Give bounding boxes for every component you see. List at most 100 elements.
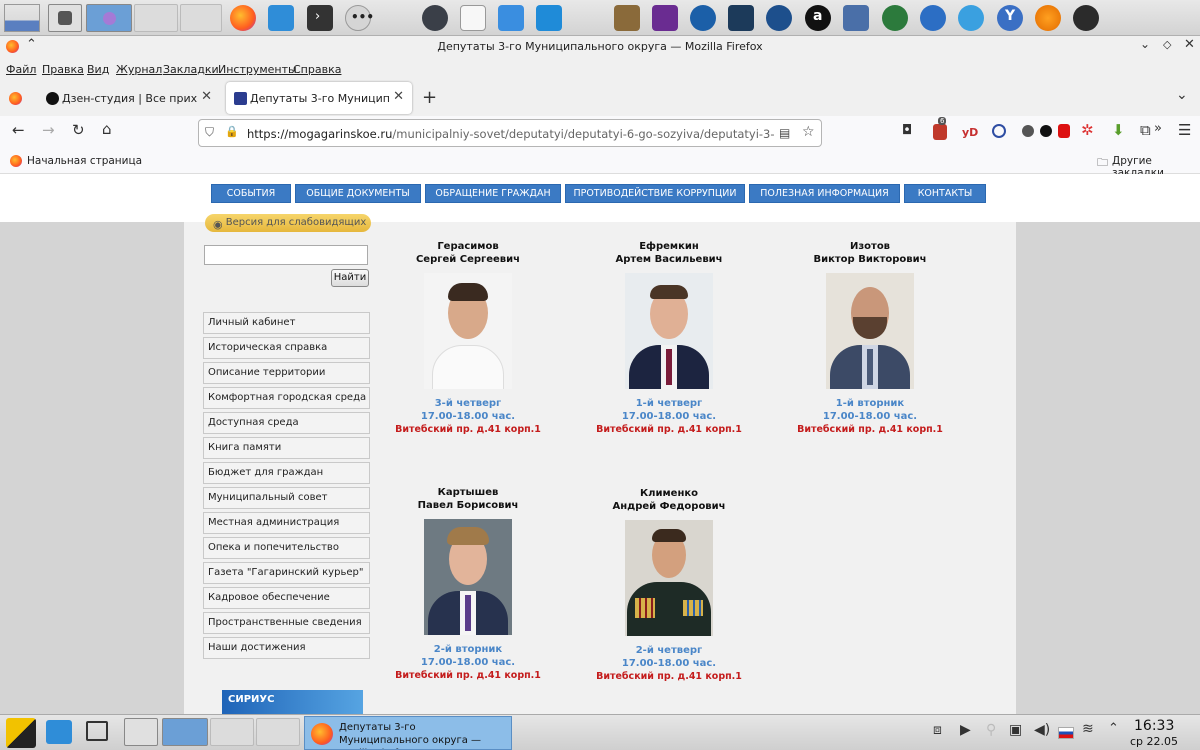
extension-badge-icon[interactable]: 6: [933, 117, 947, 140]
app-circle-icon[interactable]: [422, 5, 448, 31]
bookmark-home[interactable]: Начальная страница: [27, 155, 142, 167]
alt-linux-menu-icon[interactable]: [6, 718, 36, 748]
window-close-icon[interactable]: ✕: [1184, 37, 1195, 52]
media-editor-icon[interactable]: [728, 5, 754, 31]
deputy-photo[interactable]: [625, 520, 713, 636]
taskbar-firefox-window[interactable]: Депутаты 3-го Муниципального округа — Mo…: [304, 716, 512, 750]
sidebar-personal-cabinet[interactable]: Личный кабинет: [203, 312, 370, 334]
extensions-puzzle-icon[interactable]: ⧉: [1140, 121, 1151, 139]
vlc-icon[interactable]: [1035, 5, 1061, 31]
back-icon[interactable]: ←: [12, 121, 25, 139]
workspace-1[interactable]: [48, 4, 82, 32]
tray-expand-icon[interactable]: ⌃: [1108, 721, 1119, 736]
deputy-photo[interactable]: [424, 519, 512, 635]
tray-volume-icon[interactable]: ◀): [1034, 722, 1050, 738]
d-extension-icon[interactable]: [992, 124, 1006, 138]
nav-anti-corruption[interactable]: ПРОТИВОДЕЙСТВИЕ КОРРУПЦИИ: [565, 184, 745, 203]
audio-app-icon[interactable]: [690, 5, 716, 31]
adblock-extension-icon[interactable]: [1058, 124, 1070, 138]
sidebar-urban-environment[interactable]: Комфортная городская среда: [203, 387, 370, 409]
sidebar-staffing[interactable]: Кадровое обеспечение: [203, 587, 370, 609]
pager-4[interactable]: [256, 718, 300, 746]
document-viewer-icon[interactable]: [536, 5, 562, 31]
sidebar-achievements[interactable]: Наши достижения: [203, 637, 370, 659]
deputy-photo[interactable]: [826, 273, 914, 389]
tray-wifi-icon[interactable]: ≋: [1082, 721, 1094, 737]
tracking-shield-icon[interactable]: ⛉: [205, 125, 214, 140]
more-apps-icon[interactable]: •••: [345, 5, 374, 31]
nav-contacts[interactable]: КОНТАКТЫ: [904, 184, 986, 203]
sidebar-spatial-data[interactable]: Пространственные сведения: [203, 612, 370, 634]
show-desktop-icon[interactable]: [46, 720, 72, 744]
yandex-disk-extension-icon[interactable]: yD: [962, 126, 978, 139]
text-editor-icon[interactable]: [460, 5, 486, 31]
pager-3[interactable]: [210, 718, 254, 746]
url-bar[interactable]: ⛉ 🔒 https://mogagarinskoe.ru/municipalni…: [198, 119, 822, 147]
deputy-photo[interactable]: [625, 273, 713, 389]
window-maximize-icon[interactable]: ◇: [1163, 38, 1171, 51]
webcam-app-icon[interactable]: [843, 5, 869, 31]
new-tab-icon[interactable]: +: [422, 87, 437, 108]
screenshot-app-icon[interactable]: [1073, 5, 1099, 31]
video-editor-icon[interactable]: [652, 5, 678, 31]
sidebar-territory[interactable]: Описание территории: [203, 362, 370, 384]
url-text[interactable]: https://mogagarinskoe.ru/municipalniy-so…: [247, 127, 775, 141]
pager-1[interactable]: [124, 718, 158, 746]
sidebar-history[interactable]: Историческая справка: [203, 337, 370, 359]
overflow-chevron-icon[interactable]: »: [1154, 121, 1162, 136]
tray-user-icon[interactable]: ⚲: [986, 722, 996, 738]
terminal-icon[interactable]: ›: [307, 5, 333, 31]
list-all-tabs-icon[interactable]: ⌄: [1176, 87, 1188, 103]
software-center-icon[interactable]: [498, 5, 524, 31]
tab-dzen-studio[interactable]: Дзен-студия | Все приходит в ✕: [38, 82, 220, 114]
pocket-icon[interactable]: ◘: [902, 123, 912, 138]
nav-useful-info[interactable]: ПОЛЕЗНАЯ ИНФОРМАЦИЯ: [749, 184, 900, 203]
bird-app-icon[interactable]: [958, 5, 984, 31]
workspace-2[interactable]: [86, 4, 132, 32]
firefox-view-icon[interactable]: [9, 92, 22, 105]
globe-app-icon[interactable]: [882, 5, 908, 31]
file-manager-icon[interactable]: [268, 5, 294, 31]
forward-icon[interactable]: →: [42, 121, 55, 139]
app-a-icon[interactable]: a: [805, 5, 831, 31]
sidebar-local-administration[interactable]: Местная администрация: [203, 512, 370, 534]
record-extension-icon[interactable]: [1040, 125, 1052, 137]
reader-view-icon[interactable]: ▤: [779, 126, 790, 140]
planner-app-icon[interactable]: [920, 5, 946, 31]
accessibility-version-button[interactable]: ◉ Версия для слабовидящих: [205, 214, 371, 232]
workspace-4[interactable]: [180, 4, 222, 32]
lock-icon[interactable]: 🔒: [225, 125, 239, 138]
nav-citizen-appeals[interactable]: ОБРАЩЕНИЕ ГРАЖДАН: [425, 184, 561, 203]
sidebar-accessible-environment[interactable]: Доступная среда: [203, 412, 370, 434]
tab-close-icon[interactable]: ✕: [393, 89, 404, 104]
pager-2[interactable]: [162, 718, 208, 746]
firefox-launcher-icon[interactable]: [230, 5, 256, 31]
nav-events[interactable]: СОБЫТИЯ: [211, 184, 291, 203]
tray-clipboard-icon[interactable]: ⧈: [933, 722, 942, 738]
menu-history[interactable]: Журнал: [116, 63, 162, 76]
sidebar-budget[interactable]: Бюджет для граждан: [203, 462, 370, 484]
menu-file[interactable]: Файл: [6, 63, 36, 76]
deputy-photo[interactable]: [424, 273, 512, 389]
sidebar-guardianship[interactable]: Опека и попечительство: [203, 537, 370, 559]
tab-close-icon[interactable]: ✕: [201, 89, 212, 104]
tray-notes-icon[interactable]: ▣: [1009, 722, 1022, 738]
nav-documents[interactable]: ОБЩИЕ ДОКУМЕНТЫ: [295, 184, 421, 203]
menu-bookmarks[interactable]: Закладки: [163, 63, 219, 76]
menu-view[interactable]: Вид: [87, 63, 109, 76]
clock-time[interactable]: 16:33: [1134, 718, 1174, 734]
search-button[interactable]: Найти: [331, 269, 369, 287]
tray-keyboard-flag-icon[interactable]: [1058, 727, 1074, 739]
translate-extension-icon[interactable]: [1022, 125, 1034, 137]
bookmark-star-icon[interactable]: ☆: [802, 124, 815, 140]
download-extension-icon[interactable]: ⬇: [1112, 121, 1125, 139]
menu-edit[interactable]: Правка: [42, 63, 84, 76]
app-menu-icon[interactable]: ☰: [1178, 121, 1191, 139]
site-search-input[interactable]: [204, 245, 368, 265]
workspace-3[interactable]: [134, 4, 178, 32]
window-minimize-icon[interactable]: ⌄: [1140, 37, 1150, 51]
sidebar-municipal-council[interactable]: Муниципальный совет: [203, 487, 370, 509]
home-icon[interactable]: ⌂: [102, 120, 112, 138]
tab-deputies[interactable]: Депутаты 3-го Муниципально ✕: [226, 82, 412, 114]
color-extension-icon[interactable]: ✲: [1081, 121, 1094, 139]
